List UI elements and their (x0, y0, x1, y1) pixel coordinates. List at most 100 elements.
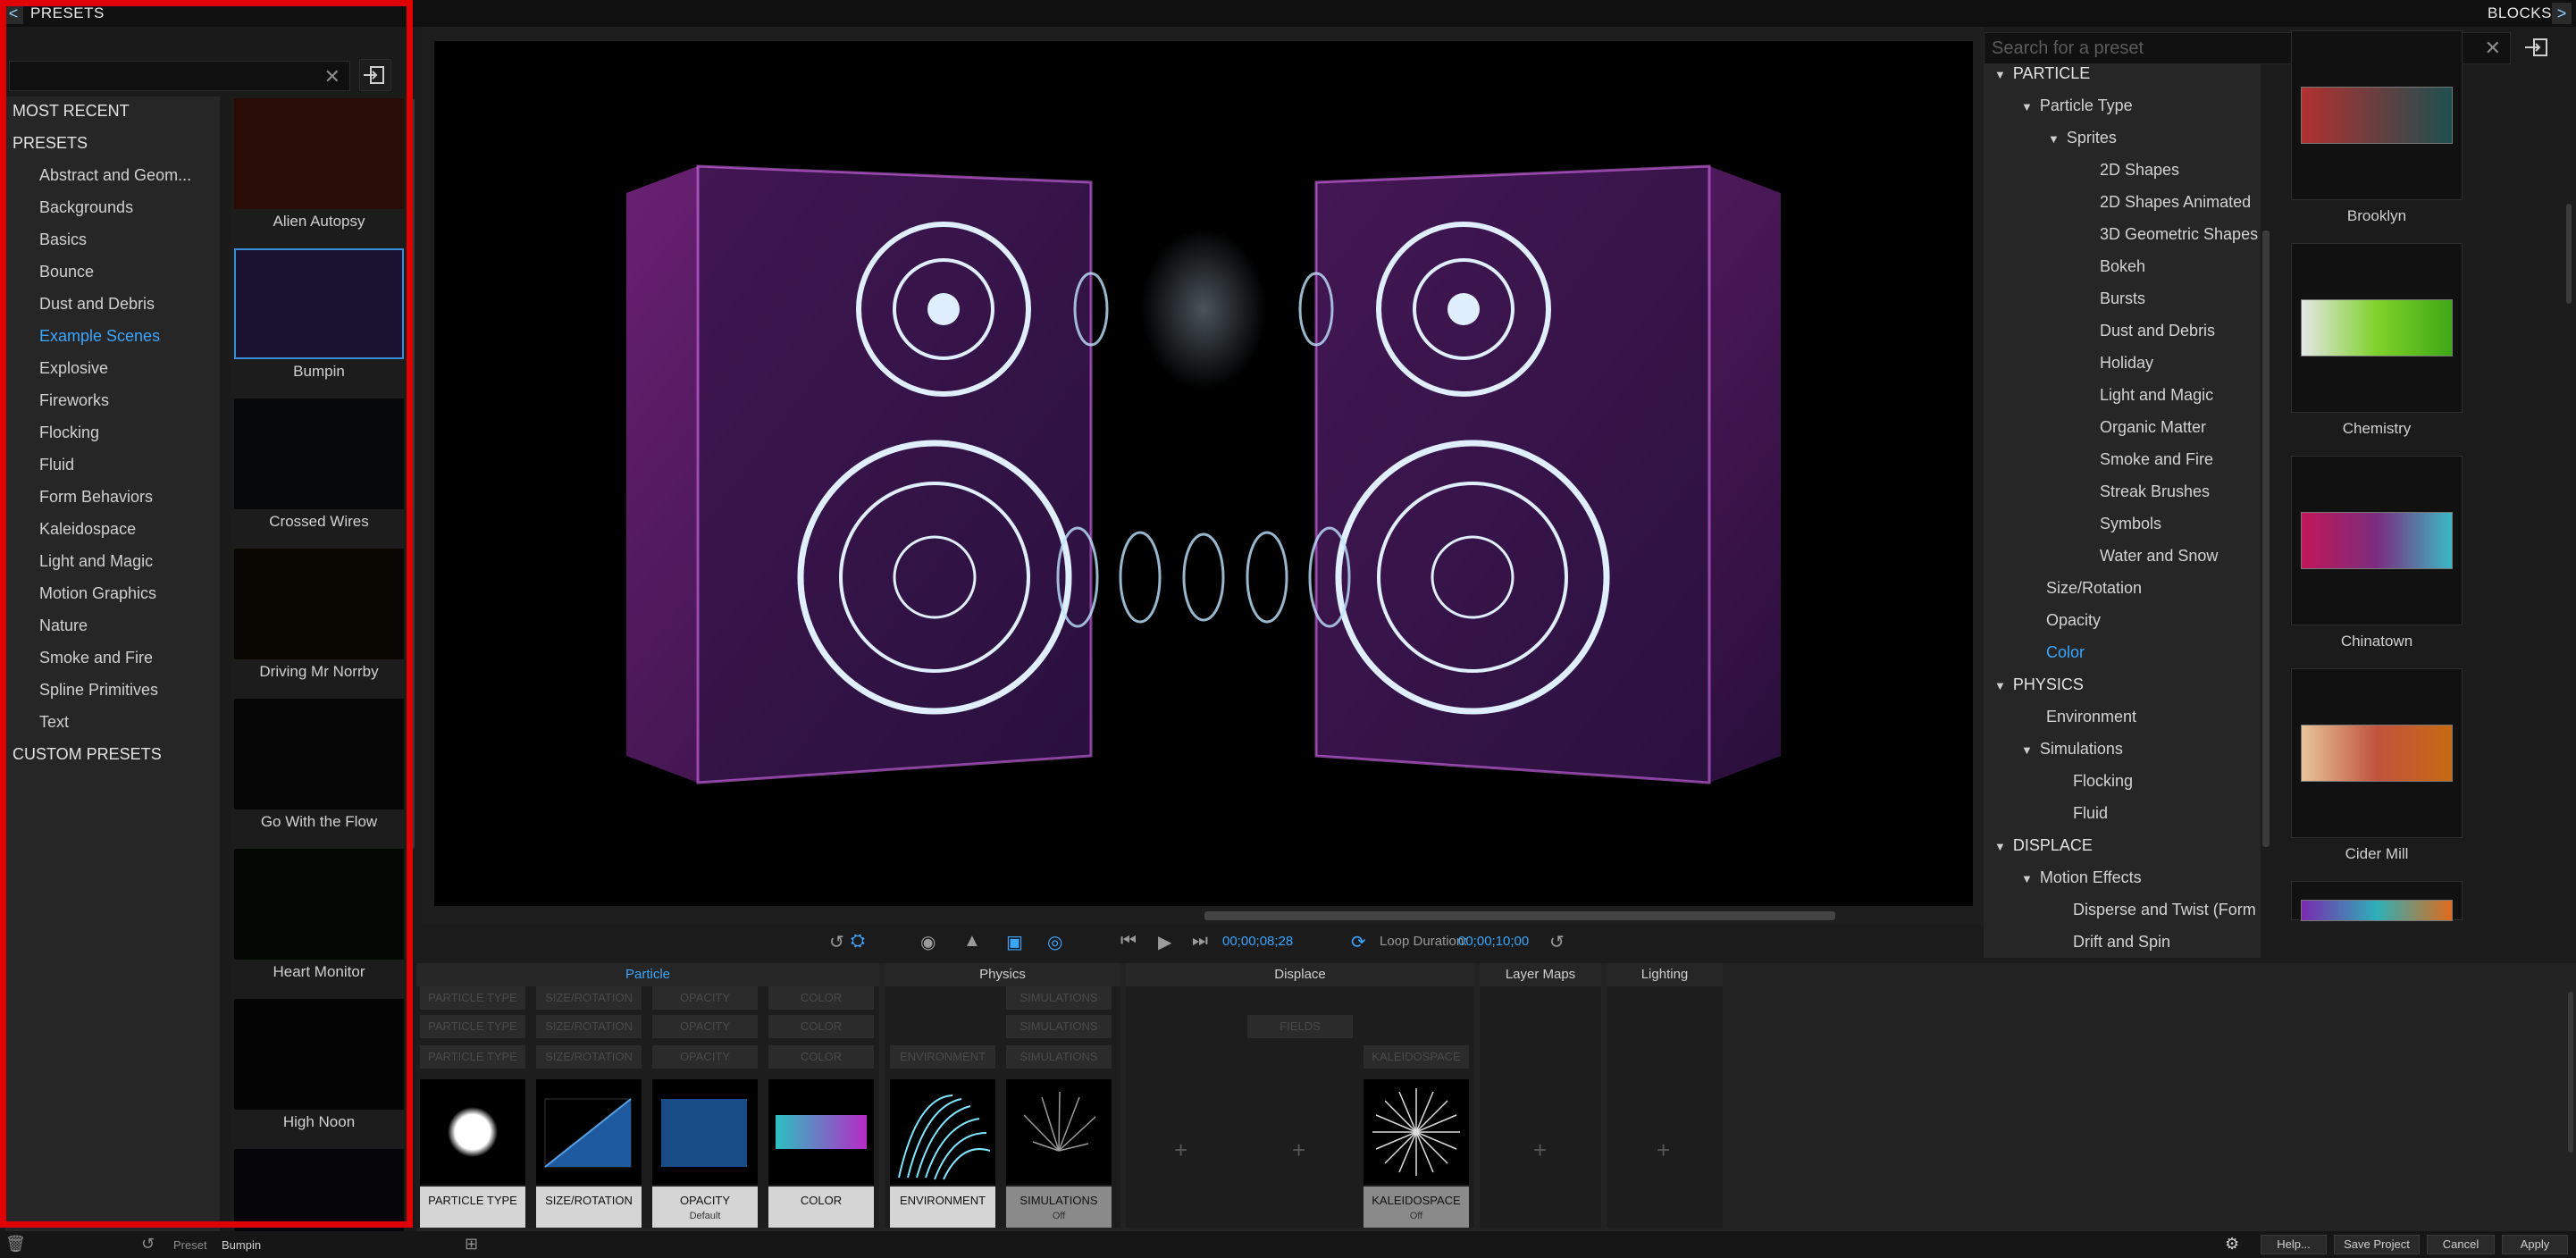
block-group-tab[interactable]: Particle (416, 963, 879, 986)
add-displace-block-icon[interactable]: + (1174, 1136, 1187, 1164)
preset-category-item[interactable]: Abstract and Geom... (39, 166, 191, 185)
simulations-label[interactable]: SIMULATIONS Off (1006, 1187, 1112, 1228)
preset-category-item[interactable]: Example Scenes (39, 327, 160, 346)
loop-icon[interactable]: ⟳ (1351, 931, 1366, 953)
preset-category-item[interactable]: Fireworks (39, 391, 109, 410)
preset-search-input[interactable]: ✕ (9, 61, 350, 91)
expand-caret-icon[interactable]: ▼ (2021, 100, 2033, 113)
block-group-tab[interactable]: Lighting (1607, 963, 1723, 986)
block-tree-item[interactable]: 3D Geometric Shapes (2100, 225, 2258, 244)
add-lighting-icon[interactable]: + (1657, 1136, 1670, 1164)
preset-thumbnail[interactable] (234, 398, 404, 509)
color-block[interactable] (768, 1079, 874, 1185)
expand-caret-icon[interactable]: ▼ (2021, 743, 2033, 757)
expand-caret-icon[interactable]: ▼ (1994, 679, 2006, 692)
preset-category-item[interactable]: Spline Primitives (39, 681, 158, 700)
preset-category-item[interactable]: PRESETS (13, 134, 88, 153)
current-time[interactable]: 00;00;08;28 (1222, 934, 1293, 949)
preset-thumbnail-label[interactable]: Crossed Wires (231, 513, 407, 531)
color-swatch-label[interactable]: Chemistry (2291, 420, 2463, 438)
kaleidospace-label[interactable]: KALEIDOSPACE Off (1364, 1187, 1469, 1228)
visibility-eye-icon[interactable]: ◎ (1047, 931, 1062, 953)
preset-category-item[interactable]: CUSTOM PRESETS (13, 745, 162, 764)
help-button[interactable]: Help... (2261, 1235, 2327, 1254)
preset-thumbnail-label[interactable]: Driving Mr Norrby (231, 663, 407, 681)
color-swatch-card[interactable] (2291, 243, 2463, 413)
block-tree-item[interactable]: 2D Shapes (2100, 161, 2179, 180)
cancel-button[interactable]: Cancel (2427, 1235, 2495, 1254)
block-tree-item[interactable]: ▼ PHYSICS (1994, 675, 2084, 694)
block-tree-item[interactable]: Dust and Debris (2100, 322, 2215, 340)
swatch-scrollbar[interactable] (2566, 204, 2572, 304)
color-swatch-label[interactable]: Brooklyn (2291, 207, 2463, 225)
reset-view-icon[interactable]: ↺ (829, 931, 844, 953)
block-tree-item[interactable]: 2D Shapes Animated (2100, 193, 2251, 212)
preset-thumbnail[interactable] (234, 248, 404, 359)
settings-gear-icon[interactable]: ⚙ (2225, 1235, 2239, 1254)
presets-scrollbar[interactable] (409, 98, 415, 849)
particle-type-label[interactable]: PARTICLE TYPE (420, 1187, 525, 1228)
import-block-button[interactable] (2520, 32, 2555, 64)
block-tree-item[interactable]: ▼ Simulations (2021, 740, 2123, 759)
block-group-tab[interactable]: Physics (885, 963, 1120, 986)
import-preset-button[interactable] (359, 59, 391, 91)
preset-thumbnail[interactable] (234, 999, 404, 1110)
grid-icon[interactable]: ▲ (963, 931, 981, 952)
block-group-tab[interactable]: Layer Maps (1480, 963, 1601, 986)
preset-thumbnail-label[interactable]: Bumpin (231, 363, 407, 381)
color-label[interactable]: COLOR (768, 1187, 874, 1228)
add-displace-block-icon[interactable]: + (1292, 1136, 1305, 1164)
preset-category-item[interactable]: Explosive (39, 359, 108, 378)
size-rotation-block[interactable] (536, 1079, 642, 1185)
window-icon[interactable]: ▣ (1006, 931, 1023, 953)
block-tree-item[interactable]: Streak Brushes (2100, 482, 2210, 501)
block-tree-item[interactable]: Organic Matter (2100, 418, 2206, 437)
expand-caret-icon[interactable]: ▼ (2021, 872, 2033, 885)
preset-category-item[interactable]: Light and Magic (39, 552, 153, 571)
preset-category-item[interactable]: Fluid (39, 456, 74, 474)
save-project-button[interactable]: Save Project (2334, 1235, 2420, 1254)
go-to-start-icon[interactable]: ⏮ (1120, 931, 1137, 952)
preset-thumbnail[interactable] (234, 549, 404, 659)
block-tree-item[interactable]: Water and Snow (2100, 547, 2218, 566)
opacity-block[interactable] (652, 1079, 758, 1185)
block-area-scrollbar[interactable] (2568, 992, 2573, 1153)
block-tree-item[interactable]: Bokeh (2100, 257, 2145, 276)
block-tree-item[interactable]: Opacity (2046, 611, 2101, 630)
block-tree-item[interactable]: Holiday (2100, 354, 2153, 373)
audio-icon[interactable]: ◉ (920, 931, 936, 953)
preset-category-item[interactable]: Motion Graphics (39, 584, 156, 603)
color-swatch-card[interactable] (2291, 668, 2463, 838)
preset-thumbnail-label[interactable]: Go With the Flow (231, 813, 407, 831)
block-tree-item[interactable]: Smoke and Fire (2100, 450, 2213, 469)
collapse-blocks-button[interactable]: > (2552, 3, 2572, 24)
opacity-label[interactable]: OPACITY Default (652, 1187, 758, 1228)
environment-label[interactable]: ENVIRONMENT (890, 1187, 995, 1228)
block-tree-item[interactable]: Symbols (2100, 515, 2161, 533)
apply-button[interactable]: Apply (2502, 1235, 2568, 1254)
preset-category-item[interactable]: Basics (39, 231, 87, 249)
preview-viewer[interactable] (434, 41, 1973, 906)
color-swatch-card[interactable] (2291, 881, 2463, 921)
block-tree-item[interactable]: ▼ Sprites (2048, 129, 2117, 147)
collapse-presets-button[interactable]: < (4, 3, 23, 24)
expand-caret-icon[interactable]: ▼ (1994, 68, 2006, 81)
play-icon[interactable]: ▶ (1158, 931, 1171, 953)
simulations-block[interactable] (1006, 1079, 1112, 1185)
preset-thumbnail[interactable] (234, 849, 404, 960)
preset-category-item[interactable]: Backgrounds (39, 198, 133, 217)
preset-category-item[interactable]: Nature (39, 616, 88, 635)
go-to-end-icon[interactable]: ⏭ (1192, 931, 1208, 952)
block-tree-item[interactable]: Color (2046, 643, 2085, 662)
block-tree-item[interactable]: Drift and Spin (2073, 933, 2170, 952)
block-group-tab[interactable]: Displace (1126, 963, 1474, 986)
preset-thumbnail-label[interactable]: Alien Autopsy (231, 213, 407, 231)
preset-category-item[interactable]: Dust and Debris (39, 295, 155, 314)
preset-category-item[interactable]: Form Behaviors (39, 488, 153, 507)
reset-loop-icon[interactable]: ↺ (1549, 931, 1565, 953)
expand-caret-icon[interactable]: ▼ (1994, 840, 2006, 853)
block-tree-item[interactable]: Disperse and Twist (Form C (2073, 901, 2261, 919)
preset-category-item[interactable]: Smoke and Fire (39, 649, 153, 667)
camera-icon[interactable]: ⛭ (851, 931, 865, 952)
block-tree-item[interactable]: ▼ DISPLACE (1994, 836, 2093, 855)
